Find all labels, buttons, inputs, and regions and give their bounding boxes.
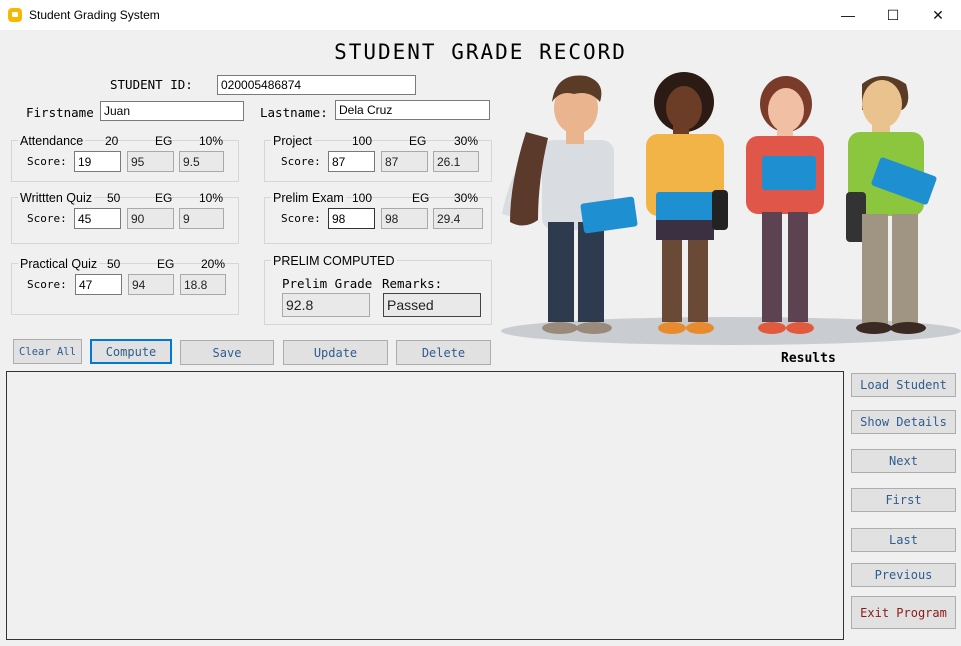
project-weight: 30% [454,134,479,148]
practical-quiz-weighted-field: 18.8 [180,274,226,295]
remarks-field: Passed [383,293,481,317]
prelim-grade-label: Prelim Grade [282,276,373,291]
update-button[interactable]: Update [283,340,388,365]
prelim-computed-title: PRELIM COMPUTED [271,254,397,268]
results-label: Results [781,351,836,366]
attendance-label: Attendance [18,134,86,148]
practical-quiz-eg-field: 94 [128,274,174,295]
practical-quiz-weight: 20% [201,257,226,271]
delete-button[interactable]: Delete [396,340,491,365]
project-label: Project [271,134,314,148]
firstname-label: Firstname [26,105,94,120]
attendance-eg-field: 95 [127,151,174,172]
last-button[interactable]: Last [851,528,956,552]
written-quiz-max: 50 [107,191,121,205]
student-girl-1 [646,72,728,334]
previous-button[interactable]: Previous [851,563,956,587]
exit-program-button[interactable]: Exit Program [851,596,956,629]
prelim-exam-score-label: Score: [281,212,321,225]
project-score-input[interactable]: 87 [328,151,375,172]
project-weighted-field: 26.1 [433,151,479,172]
load-student-button[interactable]: Load Student [851,373,956,397]
next-button[interactable]: Next [851,449,956,473]
practical-quiz-eg-label: EG [157,257,175,271]
attendance-weight: 10% [199,134,224,148]
prelim-exam-eg-label: EG [412,191,430,205]
written-quiz-score-label: Score: [27,212,67,225]
lastname-label: Lastname: [260,105,328,120]
attendance-eg-label: EG [155,134,173,148]
lastname-input[interactable]: Dela Cruz [335,100,490,120]
attendance-max: 20 [105,134,119,148]
student-girl-2 [746,76,824,334]
student-boy-1 [502,75,638,334]
prelim-exam-weight: 30% [454,191,479,205]
practical-quiz-score-input[interactable]: 47 [75,274,122,295]
written-quiz-eg-label: EG [155,191,173,205]
remarks-label: Remarks: [382,276,443,291]
attendance-score-label: Score: [27,155,67,168]
project-score-label: Score: [281,155,321,168]
save-button[interactable]: Save [180,340,274,365]
students-illustration [501,72,961,345]
app-icon [8,8,22,22]
page-title: STUDENT GRADE RECORD [334,40,627,64]
written-quiz-weight: 10% [199,191,224,205]
student-id-input[interactable]: 020005486874 [217,75,416,95]
written-quiz-weighted-field: 9 [179,208,224,229]
first-button[interactable]: First [851,488,956,512]
written-quiz-score-input[interactable]: 45 [74,208,121,229]
maximize-button[interactable]: ☐ [870,0,916,30]
show-details-button[interactable]: Show Details [851,410,956,434]
written-quiz-label: Writtten Quiz [18,191,95,205]
prelim-exam-max: 100 [352,191,373,205]
prelim-exam-score-input[interactable]: 98 [328,208,375,229]
practical-quiz-label: Practical Quiz [18,257,100,271]
minimize-button[interactable]: — [825,0,871,30]
practical-quiz-max: 50 [107,257,121,271]
written-quiz-eg-field: 90 [127,208,174,229]
project-eg-label: EG [409,134,427,148]
attendance-score-input[interactable]: 19 [74,151,121,172]
title-bar: Student Grading System — ☐ ✕ [0,0,961,30]
firstname-input[interactable]: Juan [100,101,244,121]
prelim-exam-eg-field: 98 [381,208,428,229]
practical-quiz-score-label: Score: [27,278,67,291]
prelim-exam-label: Prelim Exam [271,191,346,205]
prelim-exam-weighted-field: 29.4 [433,208,483,229]
project-eg-field: 87 [381,151,428,172]
close-button[interactable]: ✕ [915,0,961,30]
window-title: Student Grading System [29,8,160,22]
project-max: 100 [352,134,373,148]
student-id-label: STUDENT ID: [110,77,193,92]
results-panel[interactable] [6,371,844,640]
compute-button[interactable]: Compute [90,339,172,364]
attendance-weighted-field: 9.5 [179,151,224,172]
student-boy-2 [846,76,937,334]
prelim-grade-field: 92.8 [282,293,370,317]
clear-all-button[interactable]: Clear All [13,339,82,364]
